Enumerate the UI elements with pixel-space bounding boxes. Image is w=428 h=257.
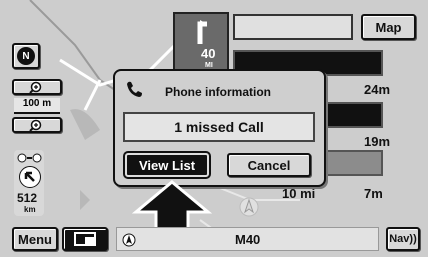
- compass-icon: N: [17, 47, 35, 65]
- turn-distance: 40: [201, 46, 216, 61]
- split-screen-icon: [74, 232, 96, 246]
- cancel-button[interactable]: Cancel: [227, 153, 311, 177]
- menu-button[interactable]: Menu: [12, 227, 58, 251]
- route-row-3-distance-partial: 10 mi: [282, 186, 316, 201]
- zoom-in-icon: [29, 81, 42, 93]
- dialog-title: Phone information: [165, 85, 271, 99]
- destination-panel[interactable]: 512 km: [14, 150, 44, 216]
- direction-arrow-icon: [19, 166, 41, 188]
- zoom-out-icon: [29, 119, 42, 131]
- map-scale-label: 100 m: [14, 98, 60, 114]
- vehicle-position-icon: [122, 233, 136, 247]
- current-road-name: M40: [235, 232, 261, 247]
- waypoint-marker-icon: [239, 197, 259, 217]
- zoom-in-button[interactable]: [12, 79, 62, 95]
- turn-arrow-icon: [197, 20, 207, 44]
- route-row-1-distance: 24m: [364, 82, 391, 97]
- distance-remaining: 512: [17, 191, 38, 205]
- nav-button[interactable]: Nav)): [386, 227, 420, 251]
- phone-info-dialog: Phone information 1 missed Call View Lis…: [113, 69, 326, 187]
- zoom-out-button[interactable]: [12, 117, 62, 133]
- current-road-bar: M40: [116, 227, 379, 251]
- nav-screen: N 100 m 512 km 40 MI Map 24m 19m 10 mi 7…: [0, 0, 428, 257]
- route-row-2-distance: 19m: [364, 134, 391, 149]
- map-button[interactable]: Map: [361, 14, 416, 40]
- view-list-button[interactable]: View List: [125, 153, 209, 177]
- route-row-3-distance: 7m: [364, 186, 383, 201]
- dialog-message-box: 1 missed Call: [123, 112, 315, 142]
- compass-button[interactable]: N: [12, 43, 40, 69]
- turn-distance-unit: MI: [205, 62, 213, 69]
- phone-handset-icon: [127, 81, 142, 97]
- split-screen-button[interactable]: [62, 227, 108, 251]
- distance-unit: km: [24, 205, 36, 214]
- route-list-top: [233, 14, 353, 40]
- dialog-message: 1 missed Call: [174, 119, 264, 135]
- destination-flag-icon: [17, 153, 42, 163]
